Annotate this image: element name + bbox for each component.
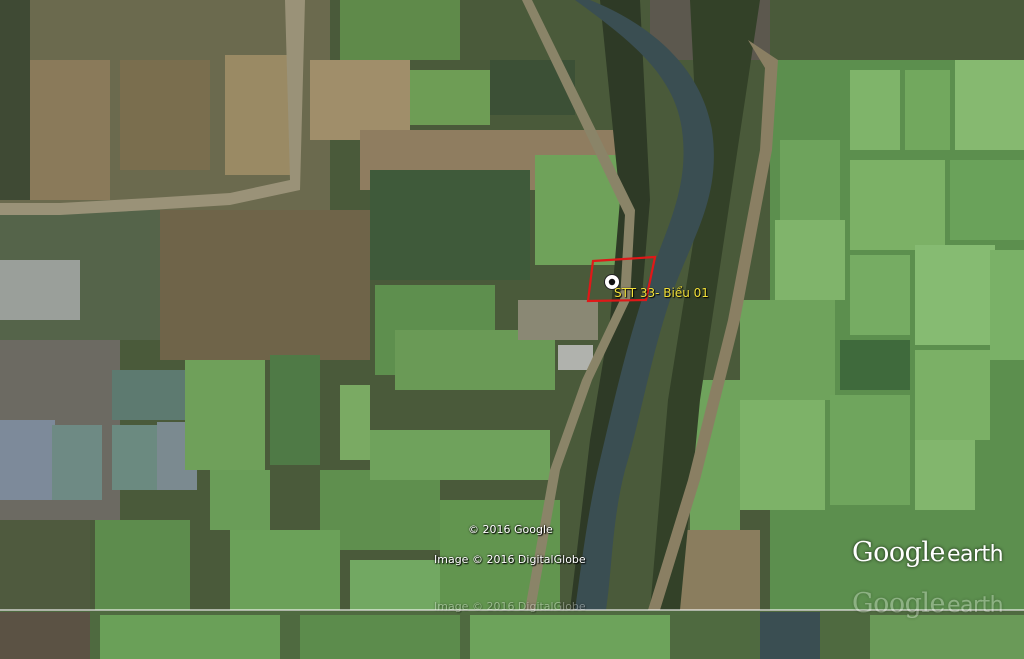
logo-reflection-word-earth: earth <box>946 593 1004 618</box>
logo-word-google: Google <box>852 537 945 568</box>
copyright-credit: © 2016 Google <box>468 523 553 536</box>
imagery-credit-reflection: Image © 2016 DigitalGlobe <box>434 600 586 613</box>
google-earth-logo: Googleearth <box>852 537 1004 568</box>
imagery-credit: Image © 2016 DigitalGlobe <box>434 553 586 566</box>
satellite-map-view[interactable]: STT 33- Biểu 01 © 2016 Google Image © 20… <box>0 0 1024 659</box>
logo-word-earth: earth <box>946 542 1004 567</box>
placemark-label[interactable]: STT 33- Biểu 01 <box>614 286 709 300</box>
google-earth-logo-reflection: Googleearth <box>852 588 1004 619</box>
logo-reflection-word-google: Google <box>852 588 945 619</box>
